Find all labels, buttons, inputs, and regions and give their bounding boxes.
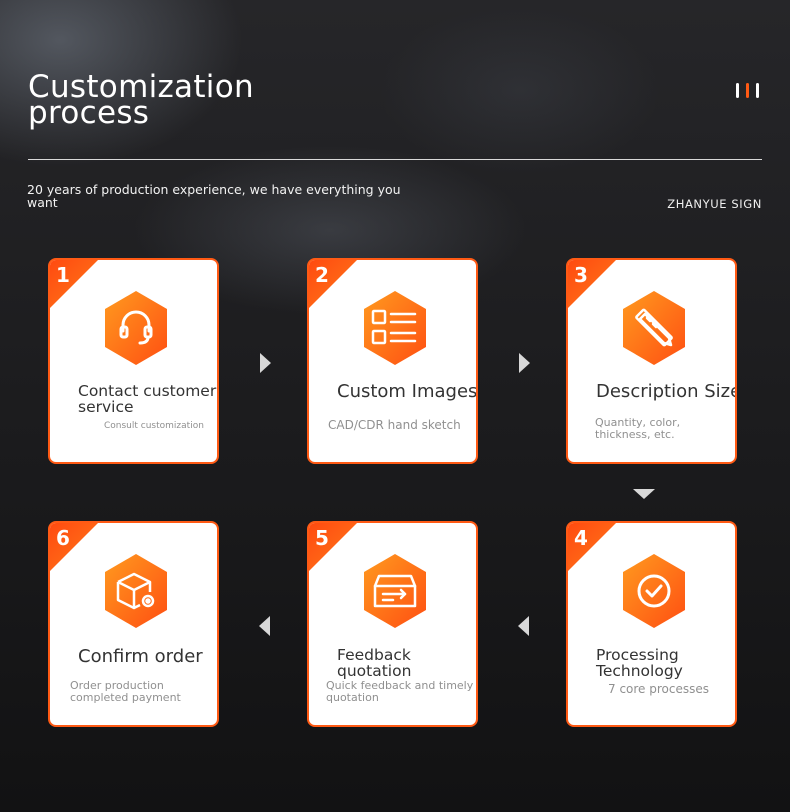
- step-description: Order production completed payment: [70, 679, 181, 704]
- step-description: CAD/CDR hand sketch: [328, 418, 461, 432]
- step-card-3: 3 Description Size Quantity, color, thic…: [566, 258, 737, 464]
- box-gear-icon: [105, 554, 167, 628]
- step-title: Processing Technology: [596, 646, 683, 680]
- step-card-6: 6 Confirm order Order production complet…: [48, 521, 219, 727]
- step-description: Quantity, color, thickness, etc.: [595, 416, 681, 441]
- divider: [28, 159, 762, 160]
- arrow-left-icon: [518, 616, 529, 636]
- step-number: 5: [315, 526, 329, 550]
- step-number: 1: [56, 263, 70, 287]
- step-number: 2: [315, 263, 329, 287]
- page-title: Customization process: [28, 69, 254, 131]
- step-card-4: 4 Processing Technology 7 core processes: [566, 521, 737, 727]
- arrow-right-icon: [260, 353, 271, 373]
- step-card-5: 5 Feedback quotation Quick feedback and …: [307, 521, 478, 727]
- pencil-ruler-icon: [623, 291, 685, 365]
- step-number: 3: [574, 263, 588, 287]
- step-description: 7 core processes: [608, 682, 710, 696]
- arrow-right-icon: [519, 353, 530, 373]
- arrow-down-icon: [633, 489, 655, 499]
- list-icon: [364, 291, 426, 365]
- step-title: Description Size: [596, 381, 737, 402]
- headset-icon: [105, 291, 167, 365]
- step-title: Contact customer service: [78, 382, 217, 416]
- inbox-arrow-icon: [364, 554, 426, 628]
- step-number: 6: [56, 526, 70, 550]
- step-title: Feedback quotation: [337, 646, 412, 680]
- step-title: Custom Images: [337, 381, 478, 402]
- step-description: Consult customization: [104, 421, 204, 431]
- step-title: Confirm order: [78, 646, 203, 667]
- arrow-left-icon: [259, 616, 270, 636]
- subtitle: 20 years of production experience, we ha…: [27, 182, 401, 210]
- step-description: Quick feedback and timely quotation: [326, 679, 474, 704]
- step-number: 4: [574, 526, 588, 550]
- step-card-2: 2 Custom Images CAD/CDR hand sketch: [307, 258, 478, 464]
- step-card-1: 1 Contact customer service Consult custo…: [48, 258, 219, 464]
- brand-name: ZHANYUE SIGN: [667, 197, 762, 211]
- decorative-bars-icon: [736, 83, 764, 98]
- check-circle-icon: [623, 554, 685, 628]
